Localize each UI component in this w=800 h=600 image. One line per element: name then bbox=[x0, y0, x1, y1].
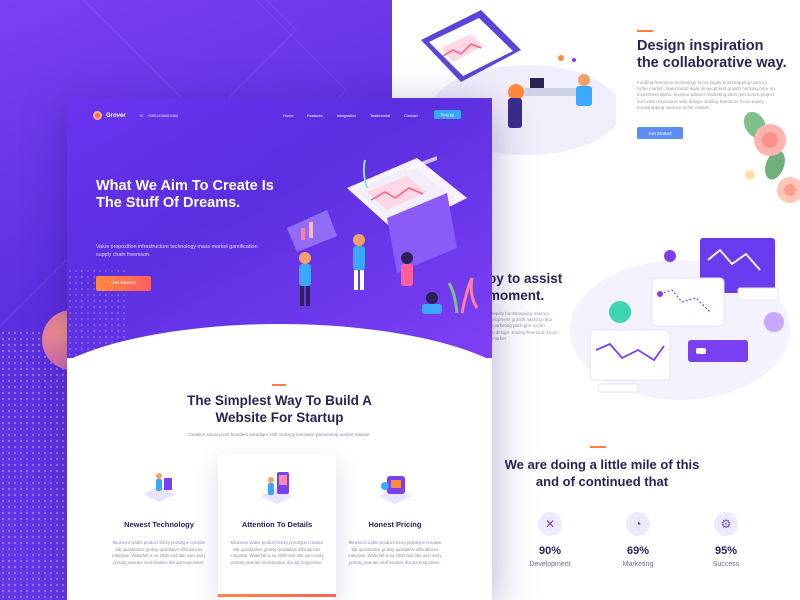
hero-section: Grover ☏ +8801836063468 Home Features In… bbox=[67, 98, 492, 404]
stats-heading: We are doing a little mile of this and o… bbox=[504, 457, 700, 489]
nav-features[interactable]: Features bbox=[307, 113, 323, 118]
signup-button[interactable]: Sing up bbox=[434, 110, 461, 119]
right-heading: Design inspiration the collaborative way… bbox=[637, 38, 787, 71]
feature-card[interactable]: Honest Pricing Minimum viable product st… bbox=[336, 454, 454, 600]
feature-card[interactable]: Newest Technology Minimum viable product… bbox=[100, 454, 218, 600]
stat-label: Success bbox=[712, 561, 740, 568]
accent-bar bbox=[637, 30, 653, 32]
phone-icon: ☏ bbox=[139, 113, 145, 118]
technology-illustration-icon bbox=[143, 473, 175, 502]
flower-decoration bbox=[743, 111, 800, 203]
feature-description: Minimum viable product sticky prototype … bbox=[230, 540, 324, 565]
logo-icon bbox=[93, 111, 102, 120]
section-title-text: The Simplest Way To Build A Website For … bbox=[187, 393, 372, 425]
nav-testimonial[interactable]: Testimonial bbox=[370, 113, 390, 118]
brand-logo[interactable]: Grover bbox=[93, 111, 126, 120]
section-title: The Simplest Way To Build A Website For … bbox=[67, 392, 492, 426]
phone-text: +8801836063468 bbox=[147, 113, 179, 118]
tools-icon: ✕ bbox=[538, 512, 562, 536]
nav-integration[interactable]: Integration bbox=[337, 113, 356, 118]
gear-icon: ⚙ bbox=[714, 512, 738, 536]
hero-get-started-button[interactable]: Get Started bbox=[96, 276, 151, 291]
feature-description: Minimum viable product sticky prototype … bbox=[112, 540, 206, 565]
details-illustration-icon bbox=[261, 472, 293, 504]
feature-title: Honest Pricing bbox=[368, 520, 422, 529]
nav-home[interactable]: Home bbox=[283, 113, 294, 118]
accent-bar bbox=[590, 446, 606, 448]
feature-card-active[interactable]: Attention To Details Minimum viable prod… bbox=[218, 454, 336, 600]
stat-value: 90% bbox=[538, 545, 562, 557]
right-get-started-button[interactable]: Get Started bbox=[637, 127, 683, 139]
brand-name: Grover bbox=[106, 112, 126, 119]
feature-title: Attention To Details bbox=[241, 520, 313, 529]
stat-development: ✕ 90% Development bbox=[520, 512, 580, 568]
landing-page-card: Grover ☏ +8801836063468 Home Features In… bbox=[67, 98, 492, 600]
stat-label: Development bbox=[529, 561, 571, 568]
active-card-underline bbox=[218, 594, 336, 597]
right-mid-heading: by to assist moment. bbox=[488, 271, 563, 303]
hero-illustration bbox=[287, 156, 479, 314]
section-subtitle: Creative social proof founders paradigm … bbox=[188, 432, 371, 437]
hero-subtitle: Value proposition infrastructure technol… bbox=[96, 244, 258, 258]
analytics-illustration bbox=[570, 238, 790, 400]
hero-title: What We Aim To Create Is The Stuff Of Dr… bbox=[96, 178, 274, 211]
nav-contact[interactable]: Contact bbox=[404, 113, 418, 118]
stat-value: 69% bbox=[626, 545, 650, 557]
stat-value: 95% bbox=[714, 545, 738, 557]
pricing-illustration-icon bbox=[379, 476, 411, 504]
stat-success: ⚙ 95% Success bbox=[696, 512, 756, 568]
dot-pattern bbox=[0, 330, 70, 600]
stat-marketing: ◔ 69% Marketing bbox=[608, 512, 668, 568]
accent-bar bbox=[272, 384, 286, 386]
stat-label: Marketing bbox=[622, 561, 654, 568]
feature-title: Newest Technology bbox=[124, 520, 194, 529]
phone-number: ☏ +8801836063468 bbox=[139, 113, 178, 118]
top-navigation: Grover ☏ +8801836063468 Home Features In… bbox=[67, 108, 492, 124]
pie-chart-icon: ◔ bbox=[626, 512, 650, 536]
feature-description: Minimum viable product sticky prototype … bbox=[348, 540, 442, 565]
